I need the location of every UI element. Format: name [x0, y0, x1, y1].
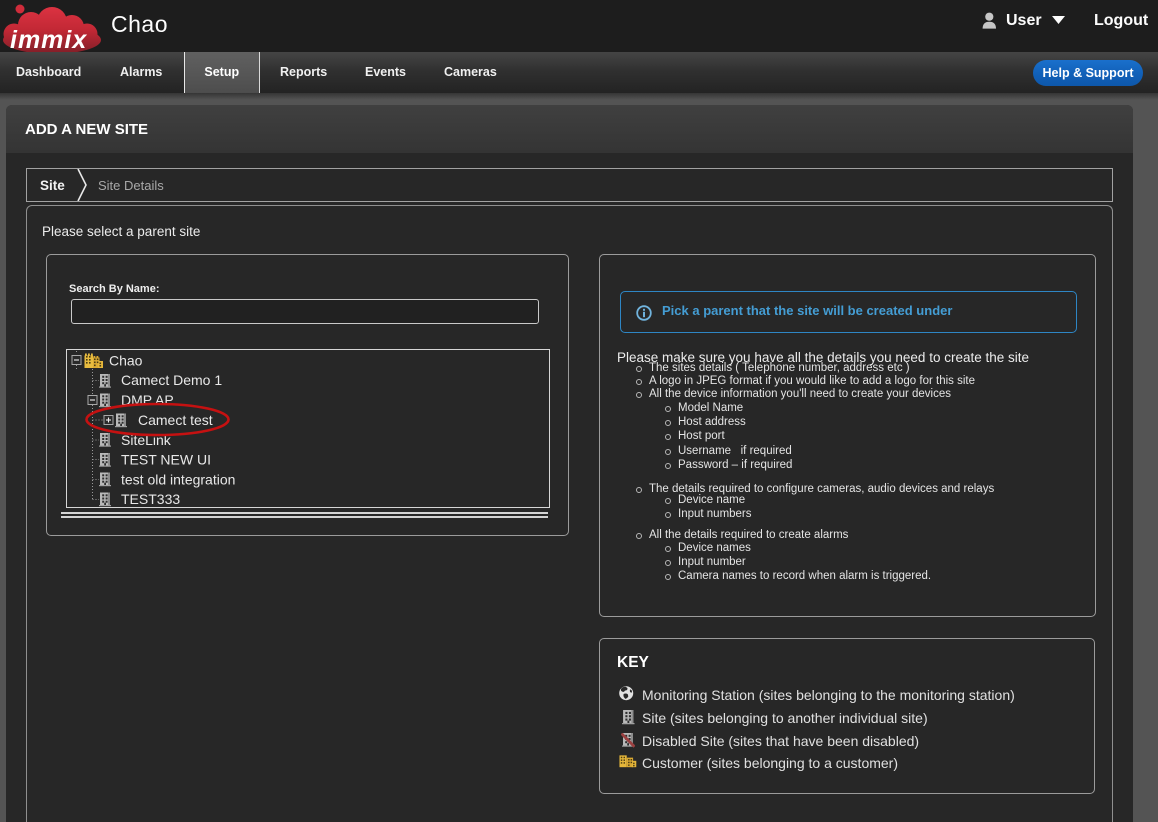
svg-text:Camect test: Camect test [138, 412, 213, 428]
svg-text:Chao: Chao [109, 353, 143, 369]
svg-text:immix: immix [10, 26, 87, 54]
svg-text:Camect Demo 1: Camect Demo 1 [121, 372, 222, 388]
svg-text:test old integration: test old integration [121, 472, 235, 488]
svg-text:TEST NEW UI: TEST NEW UI [121, 452, 211, 468]
svg-text:TEST333: TEST333 [121, 491, 180, 507]
